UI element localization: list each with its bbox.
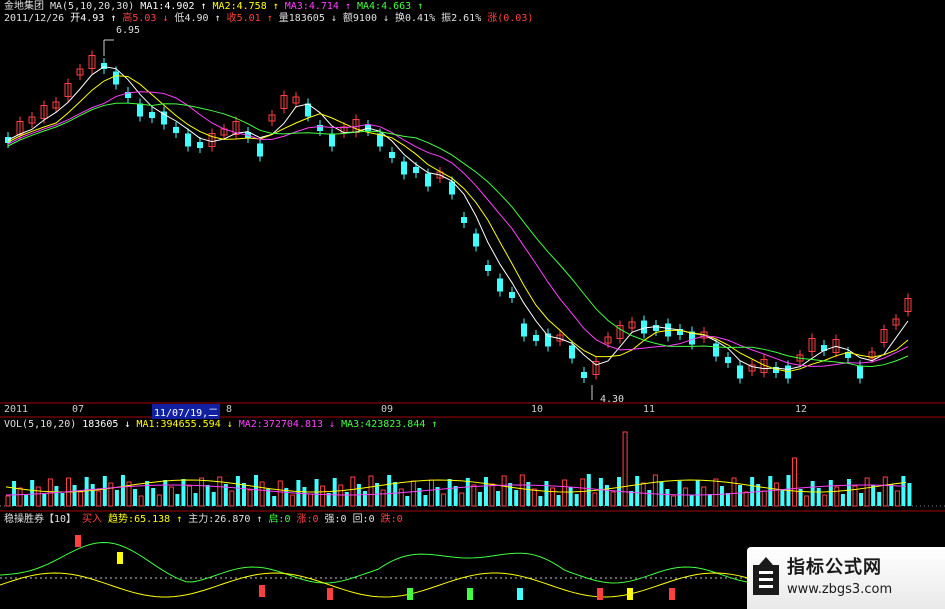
- ma20-line: [7, 91, 909, 367]
- candle-body: [137, 103, 143, 117]
- candle-body: [485, 265, 491, 271]
- indicator-info-item-6: 强:0: [324, 514, 347, 525]
- candle-body: [389, 152, 395, 158]
- volume-info-item-3: MA2:372704.813 ↓: [238, 419, 336, 430]
- candle-body: [713, 343, 719, 357]
- candle-body: [173, 127, 179, 133]
- volume-info-item-1: 183605 ↓: [82, 419, 131, 430]
- indicator-info-row: 稳操胜券【10】 买入 趋势:65.138 ↑ 主力:26.870 ↑ 启:0 涨:0 强:…: [4, 514, 409, 526]
- candle-body: [521, 323, 527, 337]
- volume-info-item-4: MA3:423823.844 ↑: [341, 419, 438, 430]
- indicator-info-item-7: 回:0: [352, 514, 375, 525]
- indicator-info-item-3: 主力:26.870 ↑: [188, 514, 263, 525]
- candle-body: [149, 112, 155, 118]
- candle-body: [425, 173, 431, 187]
- candle-body: [317, 125, 323, 131]
- watermark-badge: 指标公式网 www.zbgs3.com: [747, 547, 945, 609]
- axis-label-09: 09: [381, 404, 394, 415]
- axis-label-07: 07: [72, 404, 85, 415]
- watermark-url: www.zbgs3.com: [787, 582, 893, 597]
- candle-body: [257, 143, 263, 157]
- axis-cursor-date: 11/07/19,二: [152, 404, 221, 419]
- candle-body: [569, 345, 575, 359]
- watermark-title: 指标公式网: [787, 557, 882, 578]
- candle-body: [497, 278, 503, 292]
- axis-label-8: 8: [226, 404, 233, 415]
- candle-body: [533, 335, 539, 341]
- candle-body: [401, 161, 407, 175]
- indicator-info-item-0: 稳操胜券【10】: [4, 514, 77, 525]
- volume-info-item-0: VOL(5,10,20): [4, 419, 77, 430]
- candle-body: [737, 365, 743, 379]
- candle-body: [413, 167, 419, 173]
- high-price-label: 6.95: [116, 25, 140, 36]
- indicator-info-item-8: 跌:0: [380, 514, 403, 525]
- candle-body: [725, 357, 731, 363]
- indicator-info-item-5: 涨:0: [296, 514, 319, 525]
- candle-body: [197, 142, 203, 148]
- candle-body: [653, 325, 659, 331]
- date-axis: 2011 07 11/07/19,二 8 09 10 11 12: [0, 404, 945, 419]
- candle-body: [581, 372, 587, 378]
- candle-body: [329, 133, 335, 147]
- candle-body: [185, 133, 191, 147]
- ma30-line: [7, 102, 909, 368]
- candle-body: [461, 217, 467, 223]
- indicator-info-item-2: 趋势:65.138 ↑: [108, 514, 183, 525]
- candle-body: [641, 320, 647, 334]
- axis-label-11: 11: [643, 404, 656, 415]
- candle-body: [113, 71, 119, 85]
- indicator-info-item-4: 启:0: [268, 514, 291, 525]
- site-logo-icon: [753, 557, 779, 595]
- ma10-line: [7, 75, 909, 373]
- axis-label-12: 12: [795, 404, 808, 415]
- volume-info-item-2: MA1:394655.594 ↓: [136, 419, 233, 430]
- axis-label-2011: 2011: [4, 404, 29, 415]
- candle-body: [509, 292, 515, 298]
- candle-body: [857, 365, 863, 379]
- volume-info-row: VOL(5,10,20) 183605 ↓ MA1:394655.594 ↓ MA2:…: [4, 419, 443, 431]
- indicator-info-item-1: 买入: [82, 514, 103, 525]
- candle-body: [473, 233, 479, 247]
- candle-body: [5, 137, 11, 143]
- axis-label-10: 10: [531, 404, 544, 415]
- volume-panel[interactable]: VOL(5,10,20) 183605 ↓ MA1:394655.594 ↓ MA2:…: [0, 418, 945, 510]
